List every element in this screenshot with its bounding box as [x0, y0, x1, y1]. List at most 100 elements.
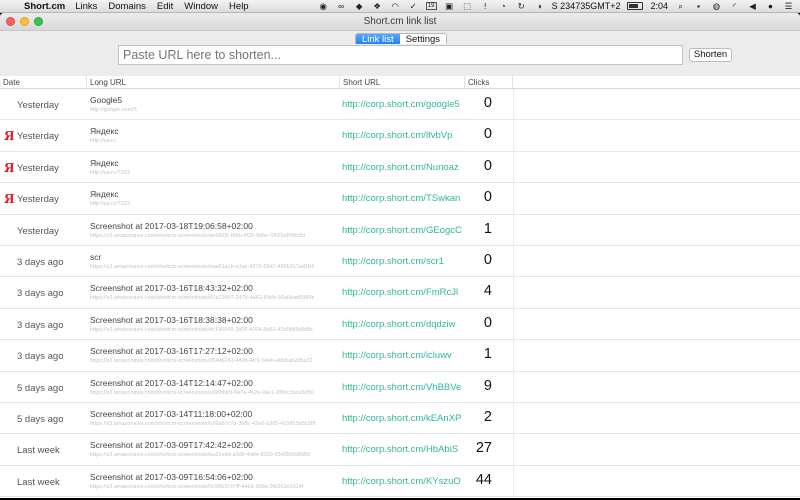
short-url-link[interactable]: http://corp.short.cm/Nunoaz	[342, 162, 459, 173]
short-url-link[interactable]: http://corp.short.cm/FmRcJl	[342, 287, 458, 298]
minimize-window-button[interactable]	[20, 17, 29, 26]
battery-icon[interactable]	[627, 2, 644, 10]
long-url-cell: Яндекс http://ya.ru	[87, 120, 340, 150]
header-long-url[interactable]: Long URL	[87, 76, 340, 88]
clicks-cell: 1	[465, 215, 513, 245]
dropbox-icon[interactable]: ❖	[372, 1, 383, 11]
short-url-link[interactable]: http://corp.short.cm/VhBBVe	[342, 382, 461, 393]
date-cell: 3 days ago	[0, 340, 87, 370]
menu-help[interactable]: Help	[229, 1, 249, 12]
long-url[interactable]: https://s3.amazonaws.com/shortcm-screens…	[90, 358, 335, 364]
menu-app-name[interactable]: Short.cm	[24, 1, 65, 12]
close-window-button[interactable]	[6, 17, 15, 26]
clicks-cell: 9	[465, 372, 513, 402]
siri-icon[interactable]: ◍	[711, 1, 722, 11]
table-row[interactable]: 5 days ago Screenshot at 2017-03-14T11:1…	[0, 402, 800, 435]
table-row[interactable]: Yesterday Screenshot at 2017-03-18T19:06…	[0, 214, 800, 246]
search-icon[interactable]: ⌕	[675, 1, 686, 11]
date-label: 3 days ago	[17, 288, 64, 300]
table-body: Yesterday Google5 http://google.com/5 ht…	[0, 89, 800, 498]
user-icon[interactable]: ●	[765, 1, 776, 11]
long-url[interactable]: https://s3.amazonaws.com/shortcm-screens…	[90, 264, 335, 270]
menu-edit[interactable]: Edit	[157, 1, 173, 12]
link-icon[interactable]: ∞	[336, 1, 347, 11]
table-row[interactable]: 3 days ago scr https://s3.amazonaws.com/…	[0, 245, 800, 278]
long-url[interactable]: http://google.com/5	[90, 107, 335, 113]
long-url[interactable]: https://s3.amazonaws.com/shortcm-screens…	[90, 327, 335, 333]
camera-icon[interactable]: ◉	[318, 1, 329, 11]
wifi-icon[interactable]: ◜	[729, 1, 740, 11]
sync-icon[interactable]: ↻	[516, 1, 527, 11]
long-url-cell: scr https://s3.amazonaws.com/shortcm-scr…	[87, 246, 340, 276]
tag-icon[interactable]: ◆	[354, 1, 365, 11]
link-title: Screenshot at 2017-03-16T18:43:32+02:00	[90, 283, 253, 294]
dv-icon[interactable]: ▪	[693, 1, 704, 11]
long-url-cell: Screenshot at 2017-03-16T17:27:12+02:00 …	[87, 340, 340, 370]
long-url[interactable]: http://ya.ru/?123	[90, 201, 335, 207]
shortcm-icon[interactable]: ⬚	[462, 1, 473, 11]
row-filler	[513, 214, 800, 245]
header-clicks[interactable]: Clicks	[465, 76, 513, 88]
shorten-button[interactable]: Shorten	[689, 48, 732, 62]
warning-icon[interactable]: !	[480, 1, 491, 11]
zoom-window-button[interactable]	[34, 17, 43, 26]
short-url-link[interactable]: http://corp.short.cm/GEogcC	[342, 225, 462, 236]
menu-links[interactable]: Links	[75, 1, 97, 12]
menu-window[interactable]: Window	[184, 1, 218, 12]
short-url-link[interactable]: http://corp.short.cm/KYszuO	[342, 476, 461, 487]
long-url-cell: Яндекс http://ya.ru/?123	[87, 152, 340, 182]
long-url[interactable]: https://s3.amazonaws.com/shortcm-screens…	[90, 295, 335, 301]
long-url-cell: Яндекс http://ya.ru/?123	[87, 183, 340, 213]
volume-icon[interactable]: ◀	[747, 1, 758, 11]
menu-clock[interactable]: 2:04	[650, 1, 668, 11]
link-title: Яндекс	[90, 157, 119, 168]
long-url[interactable]: https://s3.amazonaws.com/shortcm-screens…	[90, 421, 335, 427]
long-url[interactable]: https://s3.amazonaws.com/shortcm-screens…	[90, 452, 335, 458]
header-date[interactable]: Date	[0, 76, 87, 88]
short-url-cell: http://corp.short.cm/Nunoaz	[340, 152, 465, 182]
gauge-icon[interactable]: ◔	[498, 1, 509, 11]
url-input[interactable]	[118, 45, 683, 65]
table-row[interactable]: Я Yesterday Яндекс http://ya.ru/?123 htt…	[0, 183, 800, 215]
short-url-link[interactable]: http://corp.short.cm/HbAbiS	[342, 444, 458, 455]
table-row[interactable]: Yesterday Google5 http://google.com/5 ht…	[0, 89, 800, 121]
table-row[interactable]: Я Yesterday Яндекс http://ya.ru http://c…	[0, 120, 800, 152]
long-url[interactable]: http://ya.ru/?123	[90, 170, 335, 176]
table-row[interactable]: 3 days ago Screenshot at 2017-03-16T18:3…	[0, 308, 800, 341]
status-text[interactable]: S 234735GMT+2	[552, 1, 621, 11]
long-url-cell: Screenshot at 2017-03-16T18:38:38+02:00 …	[87, 309, 340, 339]
circle-half-icon[interactable]: ◑	[534, 1, 545, 11]
link-title: Screenshot at 2017-03-16T18:38:38+02:00	[90, 314, 253, 325]
table-row[interactable]: 3 days ago Screenshot at 2017-03-16T18:4…	[0, 277, 800, 309]
short-url-link[interactable]: http://corp.short.cm/kEAnXP	[342, 413, 461, 424]
vine-icon[interactable]: ✓	[408, 1, 419, 11]
short-url-link[interactable]: http://corp.short.cm/TSwkan	[342, 193, 460, 204]
table-row[interactable]: 5 days ago Screenshot at 2017-03-14T12:1…	[0, 371, 800, 403]
list-icon[interactable]: ☰	[783, 1, 794, 11]
short-url-link[interactable]: http://corp.short.cm/dqdziw	[342, 319, 456, 330]
table-row[interactable]: Last week Screenshot at 2017-03-09T16:54…	[0, 465, 800, 498]
short-url-link[interactable]: http://corp.short.cm/google5	[342, 99, 460, 110]
calendar-icon[interactable]: 19	[425, 2, 437, 10]
row-filler	[513, 340, 800, 371]
long-url[interactable]: https://s3.amazonaws.com/shortcm-screens…	[90, 390, 335, 396]
table-row[interactable]: Я Yesterday Яндекс http://ya.ru/?123 htt…	[0, 151, 800, 184]
app-icon[interactable]: ▣	[444, 1, 455, 11]
long-url[interactable]: https://s3.amazonaws.com/shortcm-screens…	[90, 233, 335, 239]
title-bar: Short.cm link list	[0, 13, 800, 31]
status-area: ◉ ∞ ◆ ❖ ◠ ✓ 19 ▣ ⬚ ! ◔ ↻ ◑ S 234735GMT+2…	[318, 1, 800, 12]
long-url[interactable]: https://s3.amazonaws.com/shortcm-screens…	[90, 484, 335, 490]
header-short-url[interactable]: Short URL	[340, 76, 465, 88]
short-url-link[interactable]: http://corp.short.cm/lfvbVp	[342, 130, 452, 141]
menu-domains[interactable]: Domains	[108, 1, 146, 12]
date-label: 3 days ago	[17, 319, 64, 331]
table-row[interactable]: 3 days ago Screenshot at 2017-03-16T17:2…	[0, 340, 800, 372]
ghost-icon[interactable]: ◠	[390, 1, 401, 11]
table-row[interactable]: Last week Screenshot at 2017-03-09T17:42…	[0, 434, 800, 466]
short-url-link[interactable]: http://corp.short.cm/scr1	[342, 256, 444, 267]
short-url-link[interactable]: http://corp.short.cm/icluwv	[342, 350, 452, 361]
date-cell: 3 days ago	[0, 246, 87, 276]
long-url[interactable]: http://ya.ru	[90, 138, 335, 144]
row-filler	[513, 402, 800, 434]
short-url-cell: http://corp.short.cm/google5	[340, 89, 465, 119]
